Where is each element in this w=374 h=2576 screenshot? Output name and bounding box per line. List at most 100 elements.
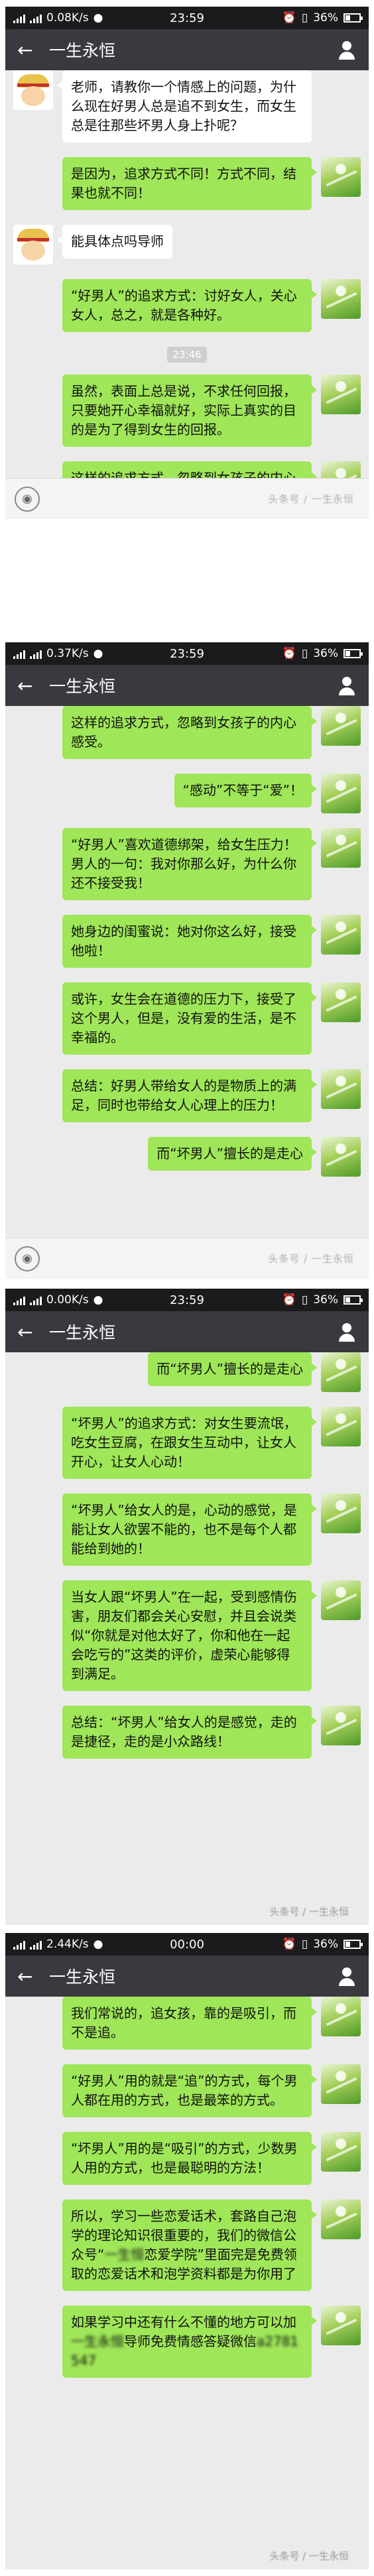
- signal-icon: [13, 1295, 25, 1305]
- back-arrow-icon[interactable]: ←: [17, 39, 49, 61]
- message-bubble[interactable]: 或许，女生会在道德的压力下，接受了这个男人，但是，没有爱的生活，是不幸福的。: [62, 982, 317, 1055]
- person-icon[interactable]: [337, 40, 357, 60]
- signal-icon: [30, 649, 42, 659]
- avatar[interactable]: [13, 225, 53, 264]
- message-row: 总结：好男人带给女人的是物质上的满足，同时也带给女人心理上的压力！: [13, 1069, 361, 1122]
- message-row: 我们常说的，追女孩，靠的是吸引，而不是追。: [13, 1997, 361, 2050]
- back-arrow-icon[interactable]: ←: [17, 1321, 49, 1343]
- wechat-icon: ●: [93, 1293, 103, 1307]
- battery-percent: 36%: [313, 11, 338, 25]
- message-bubble[interactable]: “坏男人”给女人的是，心动的感觉，是能让女人欲罢不能的，也不是每个人都能给到她的…: [62, 1493, 317, 1566]
- avatar[interactable]: [321, 2199, 361, 2239]
- message-row: 如果学习中还有什么不懂的地方可以加一生永恒导师免费情感答疑微信a2781547: [13, 2306, 361, 2378]
- avatar[interactable]: [321, 1137, 361, 1177]
- message-row: “坏男人”的追求方式：对女生要流氓，吃女生豆腐，在跟女生互动中，让女人开心，让女…: [13, 1407, 361, 1479]
- battery-percent: 36%: [313, 1293, 338, 1307]
- battery-icon: [343, 1295, 363, 1305]
- chat-area[interactable]: 老师，请教你一个情感上的问题，为什么现在好男人总是追不到女生，而女生总是往那些坏…: [5, 70, 369, 519]
- avatar[interactable]: [321, 1493, 361, 1533]
- message-bubble[interactable]: 老师，请教你一个情感上的问题，为什么现在好男人总是追不到女生，而女生总是往那些坏…: [57, 70, 312, 143]
- battery-icon: [343, 649, 363, 658]
- battery-percent: 36%: [313, 1938, 338, 1951]
- message-row: “感动”不等于“爱”！: [13, 774, 361, 813]
- message-row: 而“坏男人”擅长的是走心: [13, 1137, 361, 1177]
- vibrate-icon: ▯: [301, 1938, 308, 1951]
- signal-icon: [30, 1940, 42, 1950]
- message-bubble[interactable]: 所以，学习一些恋爱话术，套路自己泡学的理论知识很重要的，我们的微信公众号“一生恒…: [62, 2199, 317, 2291]
- back-arrow-icon[interactable]: ←: [17, 1965, 49, 1987]
- watermark: 头条号 / 一生永恒: [268, 493, 354, 505]
- avatar[interactable]: [321, 375, 361, 414]
- message-row: 老师，请教你一个情感上的问题，为什么现在好男人总是追不到女生，而女生总是往那些坏…: [13, 70, 361, 143]
- message-bubble[interactable]: 而“坏男人”擅长的是走心: [148, 1352, 317, 1386]
- wechat-icon: ●: [93, 647, 103, 660]
- avatar[interactable]: [321, 2306, 361, 2345]
- message-bubble[interactable]: “好男人”喜欢道德绑架，给女生压力！ 男人的一句：我对你那么好，为什么你还不接受…: [62, 828, 317, 900]
- avatar[interactable]: [321, 1352, 361, 1392]
- message-bubble[interactable]: 我们常说的，追女孩，靠的是吸引，而不是追。: [62, 1997, 317, 2050]
- person-icon[interactable]: [337, 675, 357, 695]
- avatar[interactable]: [321, 1407, 361, 1446]
- message-bubble[interactable]: “感动”不等于“爱”！: [174, 774, 318, 807]
- message-row: “好男人”用的就是“追”的方式，每个男人都在用的方式，也是最笨的方式。: [13, 2064, 361, 2117]
- avatar[interactable]: [321, 706, 361, 746]
- message-bubble[interactable]: “好男人”的追求方式：讨好女人，关心女人，总之，就是各种好。: [62, 279, 317, 332]
- message-bubble[interactable]: 如果学习中还有什么不懂的地方可以加一生永恒导师免费情感答疑微信a2781547: [62, 2306, 317, 2378]
- network-speed: 0.37K/s: [46, 647, 89, 660]
- avatar[interactable]: [321, 915, 361, 955]
- blurred-text: 一生永恒: [71, 2333, 124, 2349]
- message-row: “坏男人”给女人的是，心动的感觉，是能让女人欲罢不能的，也不是每个人都能给到她的…: [13, 1493, 361, 1566]
- avatar[interactable]: [321, 2064, 361, 2104]
- avatar[interactable]: [321, 1580, 361, 1620]
- message-bubble[interactable]: 虽然，表面上总是说，不求任何回报，只要她开心幸福就好，实际上真实的目的是为了得到…: [62, 375, 317, 447]
- chat-header: ← 一生永恒: [5, 1311, 369, 1352]
- person-icon[interactable]: [337, 1966, 357, 1986]
- avatar[interactable]: [13, 70, 53, 110]
- avatar[interactable]: [321, 157, 361, 197]
- signal-icon: [13, 1940, 25, 1950]
- network-speed: 0.00K/s: [46, 1293, 89, 1307]
- alarm-icon: ⏰: [282, 1938, 296, 1951]
- status-bar: 0.37K/s ● 23:59 ⏰ ▯ 36%: [5, 642, 369, 665]
- message-bubble[interactable]: “好男人”用的就是“追”的方式，每个男人都在用的方式，也是最笨的方式。: [62, 2064, 317, 2117]
- chat-area[interactable]: 而“坏男人”擅长的是走心 “坏男人”的追求方式：对女生要流氓，吃女生豆腐，在跟女…: [5, 1352, 369, 1773]
- input-bar: ◉ 头条号 / 一生永恒: [5, 1238, 369, 1279]
- voice-input-icon[interactable]: ◉: [15, 486, 40, 512]
- avatar[interactable]: [321, 774, 361, 813]
- avatar[interactable]: [321, 1997, 361, 2036]
- alarm-icon: ⏰: [282, 647, 296, 660]
- message-bubble[interactable]: 她身边的闺蜜说：她对你这么好，接受他啦！: [62, 915, 317, 968]
- message-bubble[interactable]: “坏男人”的追求方式：对女生要流氓，吃女生豆腐，在跟女生互动中，让女人开心，让女…: [62, 1407, 317, 1479]
- message-bubble[interactable]: 能具体点吗导师: [57, 225, 172, 259]
- message-bubble[interactable]: “坏男人”用的是“吸引”的方式，少数男人用的方式，也是最聪明的方法！: [62, 2132, 317, 2185]
- status-bar: 2.44K/s ● 00:00 ⏰ ▯ 36%: [5, 1933, 369, 1956]
- blurred-text: 一生恒: [104, 2247, 145, 2262]
- message-row: “好男人”喜欢道德绑架，给女生压力！ 男人的一句：我对你那么好，为什么你还不接受…: [13, 828, 361, 900]
- message-row: 是因为，追求方式不同！方式不同，结果也就不同！: [13, 157, 361, 210]
- avatar[interactable]: [321, 1069, 361, 1109]
- vibrate-icon: ▯: [301, 11, 308, 25]
- avatar[interactable]: [321, 828, 361, 868]
- battery-percent: 36%: [313, 647, 338, 660]
- avatar[interactable]: [321, 1706, 361, 1745]
- chat-header: ← 一生永恒: [5, 29, 369, 70]
- person-icon[interactable]: [337, 1322, 357, 1342]
- voice-input-icon[interactable]: ◉: [15, 1246, 40, 1271]
- message-bubble[interactable]: 是因为，追求方式不同！方式不同，结果也就不同！: [62, 157, 317, 210]
- message-bubble[interactable]: 当女人跟“坏男人”在一起，受到感情伤害，朋友们都会关心安慰，并且会说类似“你就是…: [62, 1580, 317, 1691]
- avatar[interactable]: [321, 279, 361, 319]
- message-row: 虽然，表面上总是说，不求任何回报，只要她开心幸福就好，实际上真实的目的是为了得到…: [13, 375, 361, 447]
- signal-icon: [30, 1295, 42, 1305]
- avatar[interactable]: [321, 982, 361, 1022]
- back-arrow-icon[interactable]: ←: [17, 675, 49, 697]
- chat-area[interactable]: 这样的追求方式，忽略到女孩子的内心感受。 “感动”不等于“爱”！ “好男人”喜欢…: [5, 706, 369, 1191]
- chat-area[interactable]: 我们常说的，追女孩，靠的是吸引，而不是追。 “好男人”用的就是“追”的方式，每个…: [5, 1997, 369, 2392]
- message-bubble[interactable]: 总结：好男人带给女人的是物质上的满足，同时也带给女人心理上的压力！: [62, 1069, 317, 1122]
- message-row: 当女人跟“坏男人”在一起，受到感情伤害，朋友们都会关心安慰，并且会说类似“你就是…: [13, 1580, 361, 1691]
- message-bubble[interactable]: 而“坏男人”擅长的是走心: [148, 1137, 317, 1171]
- watermark: 头条号 / 一生永恒: [269, 1906, 349, 1918]
- message-bubble[interactable]: 总结：“坏男人”给女人的是感觉，走的是捷径，走的是小众路线！: [62, 1706, 317, 1759]
- avatar[interactable]: [321, 2132, 361, 2172]
- message-row: 或许，女生会在道德的压力下，接受了这个男人，但是，没有爱的生活，是不幸福的。: [13, 982, 361, 1055]
- message-bubble[interactable]: 这样的追求方式，忽略到女孩子的内心感受。: [62, 706, 317, 759]
